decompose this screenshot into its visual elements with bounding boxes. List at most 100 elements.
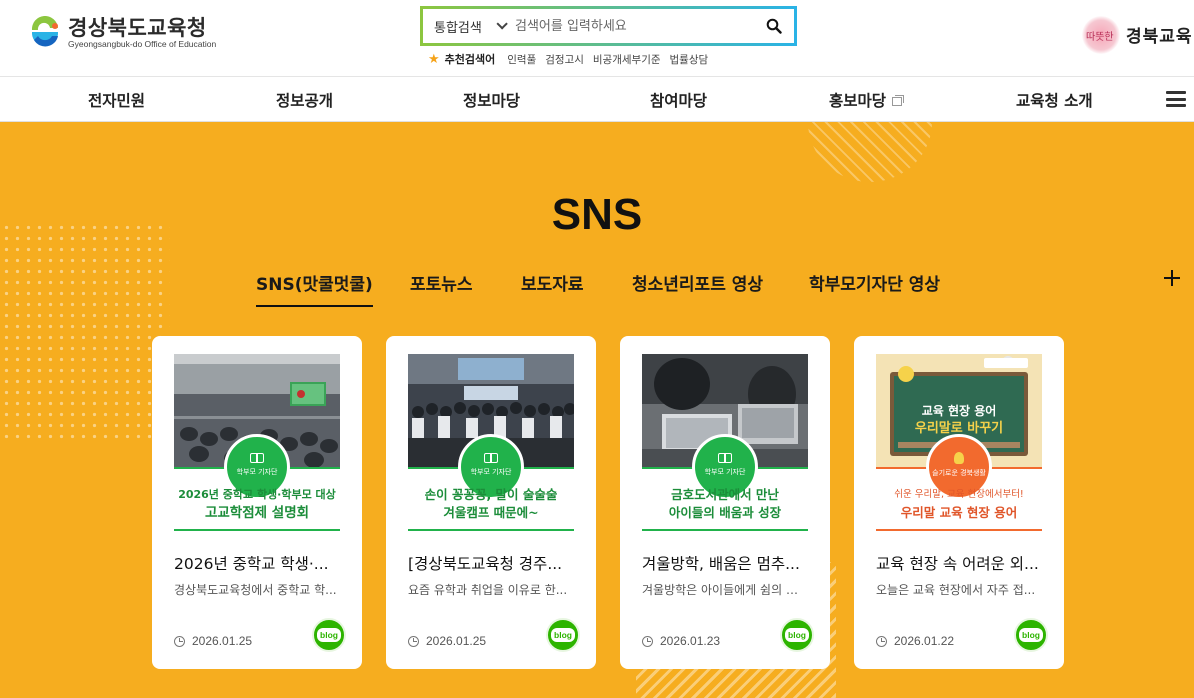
search-scope-select[interactable]: 통합검색 bbox=[423, 9, 515, 43]
nav-item-about[interactable]: 교육청 소개 bbox=[1016, 89, 1093, 111]
menu-icon[interactable] bbox=[1166, 91, 1186, 107]
blog-label: blog bbox=[551, 628, 575, 642]
card-date: 2026.01.22 bbox=[876, 634, 954, 648]
badge-label: 학부모 기자단 bbox=[236, 468, 278, 476]
badge-label: 학부모 기자단 bbox=[470, 468, 512, 476]
card-thumbnail: 교육 현장 용어 우리말로 바꾸기 슬기로운 경북생활 쉬운 우리말, 교육 현… bbox=[876, 354, 1042, 531]
lightbulb-icon bbox=[954, 452, 964, 464]
sns-card[interactable]: 학부모 기자단 손이 꽁꽁꽁, 말이 술술술 겨울캠프 때문에~ [경상북도교육… bbox=[386, 336, 596, 669]
clock-icon bbox=[408, 635, 419, 647]
nav-item-info-disclosure[interactable]: 정보공개 bbox=[276, 89, 333, 111]
card-date: 2026.01.25 bbox=[174, 634, 252, 648]
card-description: 오늘은 교육 현장에서 자주 접... bbox=[876, 583, 1036, 597]
thumbnail-underline bbox=[408, 529, 574, 531]
section-title: SNS bbox=[551, 190, 643, 239]
search-input[interactable] bbox=[515, 9, 754, 43]
nav-item-promotion-label: 홍보마당 bbox=[829, 92, 887, 110]
caption-line-2: 겨울캠프 때문에~ bbox=[443, 505, 539, 520]
blog-icon[interactable]: blog bbox=[546, 618, 580, 652]
brand-slogan-logo[interactable]: 따뜻한 경북교육 bbox=[1082, 14, 1194, 56]
blog-icon[interactable]: blog bbox=[312, 618, 346, 652]
recommended-keyword[interactable]: 비공개세부기준 bbox=[593, 52, 661, 67]
dot-pattern-decoration bbox=[0, 222, 170, 442]
book-icon bbox=[718, 453, 732, 463]
card-date-text: 2026.01.23 bbox=[660, 634, 721, 648]
clock-icon bbox=[174, 635, 185, 647]
logo-subtitle: Gyeongsangbuk-do Office of Education bbox=[68, 38, 217, 49]
board-line-1: 교육 현장 용어 bbox=[921, 404, 997, 418]
main-nav: 전자민원 정보공개 정보마당 참여마당 홍보마당 교육청 소개 bbox=[0, 76, 1194, 122]
external-link-icon bbox=[892, 95, 905, 106]
card-thumbnail: 학부모 기자단 2026년 중학교 학생·학부모 대상 고교학점제 설명회 bbox=[174, 354, 340, 531]
recommended-label: 추천검색어 bbox=[444, 53, 496, 66]
card-thumbnail: 학부모 기자단 금호도서관에서 만난 아이들의 배움과 성장 bbox=[642, 354, 808, 531]
thumbnail-caption: 2026년 중학교 학생·학부모 대상 고교학점제 설명회 bbox=[174, 486, 340, 522]
thumbnail-caption: 금호도서관에서 만난 아이들의 배움과 성장 bbox=[642, 486, 808, 522]
badge-label: 슬기로운 경북생활 bbox=[932, 469, 986, 477]
search-scope-label: 통합검색 bbox=[434, 20, 482, 36]
caption-line-1: 2026년 중학교 학생·학부모 대상 bbox=[178, 488, 336, 501]
blog-label: blog bbox=[1019, 628, 1043, 642]
zigzag-circle-decoration bbox=[808, 122, 932, 182]
search-button[interactable] bbox=[754, 9, 794, 43]
tab-press-release[interactable]: 보도자료 bbox=[521, 270, 584, 305]
thumbnail-caption: 손이 꽁꽁꽁, 말이 술술술 겨울캠프 때문에~ bbox=[408, 486, 574, 522]
nav-item-participation[interactable]: 참여마당 bbox=[650, 89, 707, 111]
book-icon bbox=[484, 453, 498, 463]
card-title: 교육 현장 속 어려운 외... bbox=[876, 555, 1039, 573]
caption-line-1: 쉬운 우리말, 교육 현장에서부터! bbox=[894, 489, 1024, 500]
site-logo[interactable]: 경상북도교육청 Gyeongsangbuk-do Office of Educa… bbox=[28, 15, 217, 50]
card-date: 2026.01.23 bbox=[642, 634, 720, 648]
blog-label: blog bbox=[785, 628, 809, 642]
recommended-keywords: ★ 추천검색어 인력풀 검정고시 비공개세부기준 법률상담 bbox=[428, 51, 717, 67]
caption-line-2: 아이들의 배움과 성장 bbox=[668, 505, 782, 520]
nav-item-promotion[interactable]: 홍보마당 bbox=[829, 89, 905, 111]
sns-section: SNS SNS(맛쿨멋쿨) 포토뉴스 보도자료 청소년리포트 영상 학부모기자단… bbox=[0, 122, 1194, 698]
book-icon bbox=[250, 453, 264, 463]
caption-line-2: 우리말 교육 현장 용어 bbox=[900, 505, 1018, 520]
more-plus-icon[interactable] bbox=[1162, 268, 1182, 288]
thumbnail-caption: 쉬운 우리말, 교육 현장에서부터! 우리말 교육 현장 용어 bbox=[876, 486, 1042, 522]
card-title: 겨울방학, 배움은 멈추... bbox=[642, 555, 800, 573]
clock-icon bbox=[876, 635, 887, 647]
site-header: 경상북도교육청 Gyeongsangbuk-do Office of Educa… bbox=[0, 0, 1194, 76]
card-description: 요즘 유학과 취업을 이유로 한... bbox=[408, 583, 568, 597]
search-bar: 통합검색 bbox=[420, 6, 797, 46]
nav-item-info-plaza[interactable]: 정보마당 bbox=[463, 89, 520, 111]
blog-label: blog bbox=[317, 628, 341, 642]
sns-card[interactable]: 학부모 기자단 금호도서관에서 만난 아이들의 배움과 성장 겨울방학, 배움은… bbox=[620, 336, 830, 669]
caption-line-2: 고교학점제 설명회 bbox=[204, 505, 310, 521]
star-icon: ★ bbox=[428, 51, 440, 67]
thumbnail-underline bbox=[876, 529, 1042, 531]
card-description: 겨울방학은 아이들에게 쉼의 시... bbox=[642, 583, 808, 597]
caption-line-1: 금호도서관에서 만난 bbox=[671, 487, 779, 502]
recommended-keyword[interactable]: 법률상담 bbox=[670, 52, 709, 67]
recommended-keyword[interactable]: 검정고시 bbox=[545, 52, 584, 67]
tab-photo-news[interactable]: 포토뉴스 bbox=[410, 270, 473, 305]
chevron-down-icon bbox=[496, 18, 508, 30]
card-title: [경상북도교육청 경주... bbox=[408, 555, 563, 573]
card-date-text: 2026.01.22 bbox=[894, 634, 955, 648]
card-date-text: 2026.01.25 bbox=[426, 634, 487, 648]
tab-parent-reporter-video[interactable]: 학부모기자단 영상 bbox=[809, 270, 940, 305]
tab-youth-report-video[interactable]: 청소년리포트 영상 bbox=[632, 270, 763, 305]
board-text: 교육 현장 용어 우리말로 바꾸기 bbox=[894, 402, 1024, 438]
nav-item-civil-petition[interactable]: 전자민원 bbox=[88, 89, 145, 111]
badge-label: 학부모 기자단 bbox=[704, 468, 746, 476]
brand-slogan-big: 경북교육 bbox=[1126, 27, 1193, 47]
thumbnail-underline bbox=[174, 529, 340, 531]
recommended-keyword[interactable]: 인력풀 bbox=[507, 52, 536, 67]
blog-icon[interactable]: blog bbox=[1014, 618, 1048, 652]
sns-card[interactable]: 교육 현장 용어 우리말로 바꾸기 슬기로운 경북생활 쉬운 우리말, 교육 현… bbox=[854, 336, 1064, 669]
logo-title: 경상북도교육청 bbox=[68, 15, 207, 40]
caption-line-1: 손이 꽁꽁꽁, 말이 술술술 bbox=[424, 487, 558, 502]
blog-icon[interactable]: blog bbox=[780, 618, 814, 652]
tab-sns[interactable]: SNS(맛쿨멋쿨) bbox=[256, 270, 373, 307]
card-title: 2026년 중학교 학생·... bbox=[174, 555, 329, 573]
thumbnail-underline bbox=[642, 529, 808, 531]
clock-icon bbox=[642, 635, 653, 647]
card-description: 경상북도교육청에서 중학교 학... bbox=[174, 583, 337, 597]
sns-card[interactable]: 학부모 기자단 2026년 중학교 학생·학부모 대상 고교학점제 설명회 20… bbox=[152, 336, 362, 669]
search-icon bbox=[766, 18, 782, 34]
card-date: 2026.01.25 bbox=[408, 634, 486, 648]
